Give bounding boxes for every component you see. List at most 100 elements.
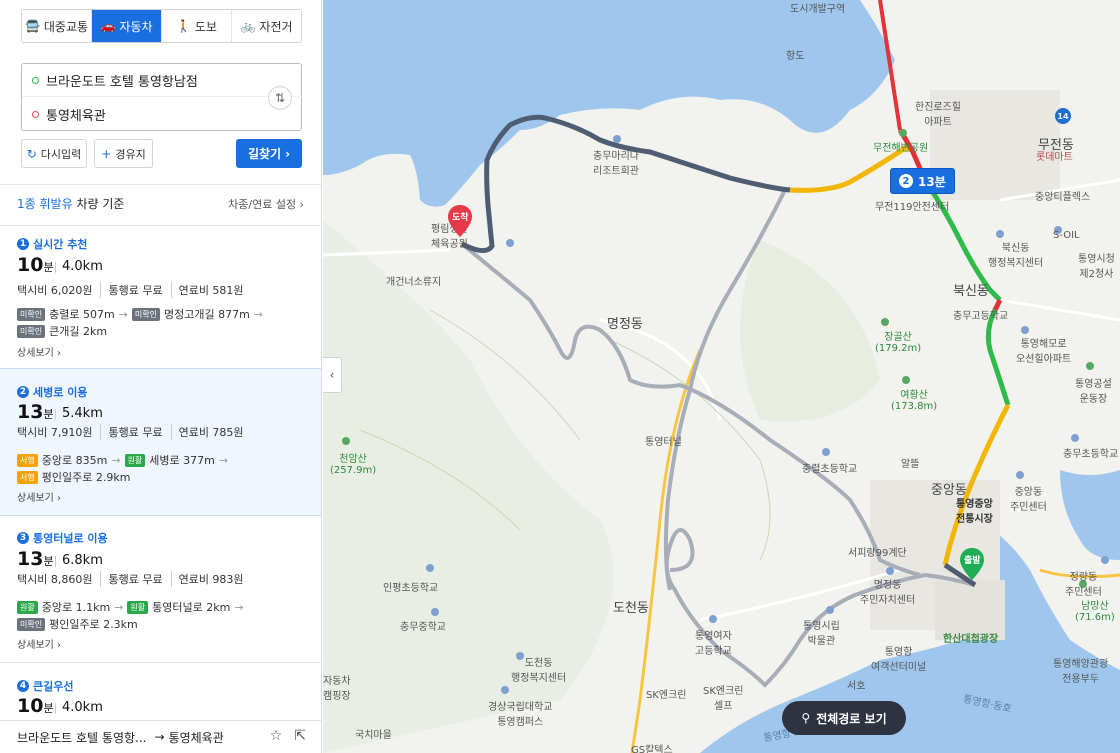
find-label: 길찾기 <box>247 147 282 161</box>
route-segments: 미확인 평인일주로 2.3km <box>17 616 138 632</box>
destination-field[interactable]: 통영체육관 <box>22 98 262 131</box>
map-label: 경상국립대학교 통영캠퍼스 <box>488 702 553 728</box>
route-time-value: 13 <box>17 401 44 423</box>
toll-fee: 통행료 무료 <box>108 282 172 298</box>
origin-field[interactable]: 브라운도트 호텔 통영항남점 <box>22 64 302 97</box>
route-distance: 4.0km <box>55 259 103 274</box>
route-costs: 택시비 6,020원 통행료 무료 연료비 581원 <box>17 282 259 298</box>
taxi-fare: 택시비 8,860원 <box>17 571 102 587</box>
detail-label: 상세보기 <box>17 640 54 651</box>
destination-text: 통영체육관 <box>46 109 106 124</box>
map-label: 인평초등학교 <box>383 583 439 594</box>
arrow-right-icon: → <box>118 307 128 321</box>
swap-icon[interactable]: ⇅ <box>268 86 292 110</box>
find-route-button[interactable]: 길찾기 › <box>236 139 302 168</box>
route-detail-link[interactable]: 상세보기 › <box>17 489 61 504</box>
route-title: 2 세병로 이용 <box>17 384 87 400</box>
map-label: 항도 <box>786 51 805 62</box>
reset-button[interactable]: ↻ 다시입력 <box>21 139 87 168</box>
taxi-fare: 택시비 6,020원 <box>17 282 102 298</box>
route-detail-link[interactable]: 상세보기 › <box>17 344 61 359</box>
taxi-fare: 택시비 7,910원 <box>17 424 102 440</box>
tab-bike-label: 자전거 <box>259 19 293 34</box>
share-icon[interactable]: ⇱ <box>294 728 306 744</box>
fuel-rest: 차량 기준 <box>72 197 125 211</box>
route-title-label: 큰길우선 <box>33 680 74 693</box>
traffic-tag: 미확인 <box>17 324 46 338</box>
tab-walk[interactable]: 🚶 도보 <box>162 10 232 42</box>
map-view[interactable]: 도시개발구역 항도 한진로즈힐 아파트 무전해변공원 무전119안전센터 무전동… <box>323 0 1120 753</box>
tab-walk-label: 도보 <box>194 19 218 34</box>
route-segments: 서행 평인일주로 2.9km <box>17 469 130 485</box>
vehicle-setting-link[interactable]: 차종/연료 설정 › <box>228 196 304 212</box>
route-time: 13분 <box>17 401 54 423</box>
map-label: 서피랑99계단 <box>848 548 907 559</box>
segment-text: 큰개길 2km <box>49 325 108 338</box>
route-time-value: 10 <box>17 254 44 276</box>
map-label: 롯데마트 <box>1036 152 1073 163</box>
segment-text: 충렬로 507m <box>49 308 115 321</box>
map-label: 개건너소류지 <box>386 277 442 288</box>
arrow-right-icon: → <box>154 730 165 744</box>
route-title-label: 통영터널로 이용 <box>33 532 108 545</box>
full-route-label: 전체경로 보기 <box>816 711 887 726</box>
map-label: 도시개발구역 <box>790 4 846 15</box>
origin-marker[interactable]: 출발 <box>960 548 984 583</box>
route-option-4[interactable]: 4 큰길우선 10분 4.0km <box>0 662 321 720</box>
traffic-tag: 서행 <box>17 470 38 484</box>
destination-marker[interactable]: 도착 <box>448 205 472 240</box>
map-label: 중앙티플렉스 <box>1035 192 1091 203</box>
map-label: 여황산 (173.8m) <box>891 390 938 412</box>
route-overview-icon: ⚲ <box>801 711 811 725</box>
setting-label: 차종/연료 설정 <box>228 198 297 211</box>
map-label: 통영시청 제2청사 <box>1078 254 1115 280</box>
add-waypoint-button[interactable]: + 경유지 <box>94 139 153 168</box>
map-label: 통영터널 <box>645 437 682 448</box>
star-icon[interactable]: ☆ <box>270 728 283 744</box>
toll-fee: 통행료 무료 <box>108 571 172 587</box>
route-option-3[interactable]: 3 통영터널로 이용 13분 6.8km 택시비 8,860원 통행료 무료 연료비 … <box>0 516 321 662</box>
full-route-button[interactable]: ⚲ 전체경로 보기 <box>782 701 906 735</box>
destination-pin-label: 도착 <box>452 213 469 223</box>
map-label: 통영해양관광 전용부두 <box>1053 659 1109 685</box>
collapse-panel-button[interactable]: ‹ <box>323 357 342 393</box>
route-time-value: 10 <box>17 695 44 717</box>
map-label: 정량동 주민센터 <box>1065 572 1102 598</box>
car-icon: 🚗 <box>100 19 116 33</box>
route-number-badge: 4 <box>17 680 29 692</box>
route-title-label: 세병로 이용 <box>33 386 88 399</box>
tab-transit[interactable]: 🚍 대중교통 <box>22 10 92 42</box>
route-option-2[interactable]: 2 세병로 이용 13분 5.4km 택시비 7,910원 통행료 무료 연료비 78… <box>0 368 321 516</box>
route-time-unit: 분 <box>43 408 54 421</box>
bike-icon: 🚲 <box>240 19 256 33</box>
tab-car[interactable]: 🚗 자동차 <box>92 10 162 42</box>
fuel-cost: 연료비 785원 <box>178 426 244 439</box>
arrow-right-icon: → <box>218 453 229 467</box>
route-time-badge[interactable]: 2 13분 <box>890 168 955 194</box>
arrow-right-icon: → <box>111 453 121 467</box>
map-label: 통영중앙 전통시장 <box>956 499 993 525</box>
map-label: 명정동 <box>607 317 643 332</box>
segment-text: 중앙로 835m <box>41 454 108 467</box>
fuel-cost: 연료비 581원 <box>178 284 244 297</box>
route-time-unit: 분 <box>43 261 54 274</box>
route-time-unit: 분 <box>43 555 54 568</box>
waypoint-label: 경유지 <box>115 147 146 161</box>
map-label: 천암산 (257.9m) <box>330 454 377 476</box>
arrow-right-icon: → <box>253 307 264 321</box>
map-label: 장골산 (179.2m) <box>875 332 922 354</box>
arrow-right-icon: → <box>234 600 244 614</box>
route-badge-number: 2 <box>899 174 913 188</box>
tab-bike[interactable]: 🚲 자전거 <box>232 10 301 42</box>
map-label: S-OIL <box>1053 230 1080 241</box>
route-title: 1 실시간 추천 <box>17 236 87 252</box>
map-label: SK엔크린 <box>646 690 687 701</box>
route-detail-link[interactable]: 상세보기 › <box>17 636 61 651</box>
map-label: 북신동 <box>953 284 989 299</box>
traffic-tag: 원활 <box>124 453 146 467</box>
directions-panel: 🚍 대중교통 🚗 자동차 🚶 도보 🚲 자전거 브라운도트 호텔 통영항남점 통영체육관… <box>0 0 322 753</box>
segment-text: 평인일주로 2.3km <box>49 618 138 631</box>
map-label: 한진로즈힐 아파트 <box>915 102 961 128</box>
route-time-value: 13 <box>17 548 44 570</box>
route-option-1[interactable]: 1 실시간 추천 10분 4.0km 택시비 6,020원 통행료 무료 연료비 58… <box>0 225 321 368</box>
